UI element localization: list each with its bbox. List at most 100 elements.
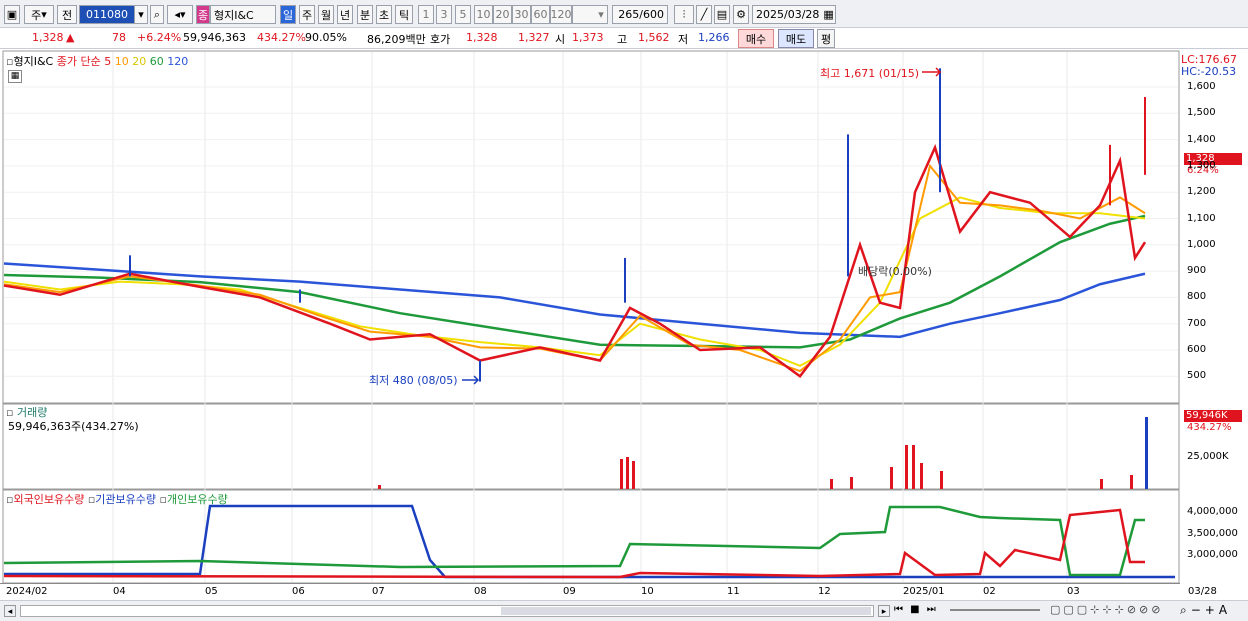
price-ytick: 1,600 (1187, 81, 1216, 92)
period-tick[interactable]: 틱 (395, 5, 413, 24)
minute-3[interactable]: 3 (436, 5, 452, 24)
interval-select[interactable]: ▾ (572, 5, 608, 24)
current-price: 1,328 (32, 31, 64, 44)
save-icon[interactable]: ▤ (714, 5, 730, 24)
period-minute[interactable]: 분 (357, 5, 373, 24)
period-week[interactable]: 주 (299, 5, 315, 24)
speaker-icon[interactable]: ◂▾ (167, 5, 193, 24)
x-tick: 08 (474, 586, 487, 597)
avg-button[interactable]: 평 (817, 29, 835, 48)
up-arrow-icon: ▲ (66, 31, 75, 44)
open-price: 1,373 (572, 31, 604, 44)
minute-20[interactable]: 20 (493, 5, 512, 24)
holdings-legend: ▫외국인보유수량 ▫기관보유수량 ▫개인보유수량 (6, 491, 228, 507)
x-axis: 2024/02 04 05 06 07 08 09 10 11 12 2025/… (0, 583, 1217, 600)
chart-scrollbar-bar: ◂ ▸ ⏮ ■ ⏭ ▢▢▢⊹⊹⊹⊘⊘⊘ ⌕−+A (0, 600, 1248, 621)
count-value: 265 (618, 8, 640, 21)
legend-ma5: 5 (104, 55, 112, 68)
volume-panel-frame (2, 403, 1180, 490)
scroll-left-icon[interactable]: ◂ (4, 605, 16, 617)
volume-bar (890, 467, 893, 489)
volume-bar (940, 471, 943, 489)
quote-bar: 1,328 ▲ 78 +6.24% 59,946,363 434.27% 90.… (0, 28, 1248, 49)
period-year[interactable]: 년 (337, 5, 353, 24)
individual-line (3, 505, 1145, 577)
search-icon[interactable]: ⌕ (150, 5, 164, 24)
high-arrow-icon (922, 67, 942, 77)
legend-institution: 기관보유수량 (95, 493, 157, 506)
minute-label: 20 (495, 8, 510, 21)
legend-ma60: 60 (149, 55, 164, 68)
candle-icon[interactable]: ⫶ (674, 5, 694, 24)
chevron-down-icon: ▾ (598, 8, 604, 21)
volume-bar (1145, 417, 1148, 489)
x-tick: 06 (292, 586, 305, 597)
minute-5[interactable]: 5 (455, 5, 471, 24)
low-label: 저 (678, 33, 689, 46)
line-chart-icon[interactable]: ╱ (696, 5, 712, 24)
horizontal-scrollbar[interactable] (20, 605, 874, 617)
minute-label: 30 (514, 8, 529, 21)
high-price: 1,562 (638, 31, 670, 44)
buy-button[interactable]: 매수 (738, 29, 774, 48)
date-input[interactable]: 2025/03/28 ▦ (752, 5, 836, 24)
volume-bar (620, 459, 623, 489)
holdings-ytick: 4,000,000 (1187, 506, 1238, 517)
prev-label: 전 (61, 8, 73, 22)
code-dropdown-icon[interactable]: ▾ (134, 5, 148, 24)
table-icon[interactable]: ▦ (8, 70, 22, 83)
price-ytick: 500 (1187, 370, 1207, 382)
volume-bar (1100, 479, 1103, 489)
minute-label: 1 (422, 8, 430, 21)
volume-bar (850, 477, 853, 489)
price-ytick: 1,200 (1187, 186, 1216, 198)
minute-60[interactable]: 60 (531, 5, 550, 24)
code-value: 011080 (86, 8, 128, 21)
period-day[interactable]: 일 (280, 5, 296, 24)
minute-1[interactable]: 1 (418, 5, 434, 24)
play-controls[interactable]: ⏮ ■ ⏭ (894, 604, 938, 615)
period-label: 초 (378, 8, 390, 22)
zoom-controls[interactable]: ⌕−+A (1180, 603, 1231, 618)
volume-value: 59,946,363 (183, 31, 246, 44)
legend-marker: ▫ (159, 493, 167, 506)
scrollbar-thumb[interactable] (501, 607, 871, 615)
calendar-icon: ▦ (823, 8, 834, 21)
legend-foreign: 외국인보유수량 (13, 493, 85, 506)
prev-button[interactable]: 전 (57, 5, 77, 24)
drawing-tools[interactable]: ▢▢▢⊹⊹⊹⊘⊘⊘ (1050, 603, 1163, 616)
toolbar: ▣ 주 ▾ 전 011080 ▾ ⌕ ◂▾ 종 형지I&C 일 주 월 년 분 초… (0, 0, 1248, 28)
high-label: 고 (617, 33, 628, 46)
sell-button[interactable]: 매도 (778, 29, 814, 48)
x-tick: 02 (983, 586, 996, 597)
volume-pct-marker: 434.27% (1187, 422, 1232, 433)
ma120-line (3, 262, 1146, 339)
zoom-slider[interactable] (950, 609, 1040, 611)
volume-ratio: 90.05% (305, 31, 347, 44)
volume-bar (830, 479, 833, 489)
ask-price: 1,328 (466, 31, 498, 44)
legend-individual: 개인보유수량 (166, 493, 228, 506)
code-input[interactable]: 011080 (79, 5, 135, 24)
period-second[interactable]: 초 (376, 5, 392, 24)
price-ytick: 1,100 (1187, 212, 1216, 224)
minute-120[interactable]: 120 (550, 5, 572, 24)
minute-10[interactable]: 10 (474, 5, 493, 24)
volume-bar (912, 445, 915, 489)
holdings-ytick: 3,500,000 (1187, 528, 1238, 539)
scroll-right-icon[interactable]: ▸ (878, 605, 890, 617)
low-arrow-icon (462, 375, 480, 385)
high-note: 최고 1,671 (01/15) (820, 67, 920, 80)
minute-30[interactable]: 30 (512, 5, 531, 24)
chart-menu-icon[interactable]: ▣ (4, 5, 20, 24)
x-tick: 03/28 (1188, 586, 1217, 597)
count-field[interactable]: 265/600 (612, 5, 668, 24)
price-ytick: 600 (1187, 344, 1207, 355)
open-label: 시 (555, 33, 566, 46)
price-change: 78 (112, 31, 126, 44)
x-tick: 11 (727, 586, 740, 597)
period-month[interactable]: 월 (318, 5, 334, 24)
stock-chart[interactable] (0, 50, 1248, 600)
gear-icon[interactable]: ⚙ (733, 5, 749, 24)
mode-select[interactable]: 주 ▾ (24, 5, 54, 24)
